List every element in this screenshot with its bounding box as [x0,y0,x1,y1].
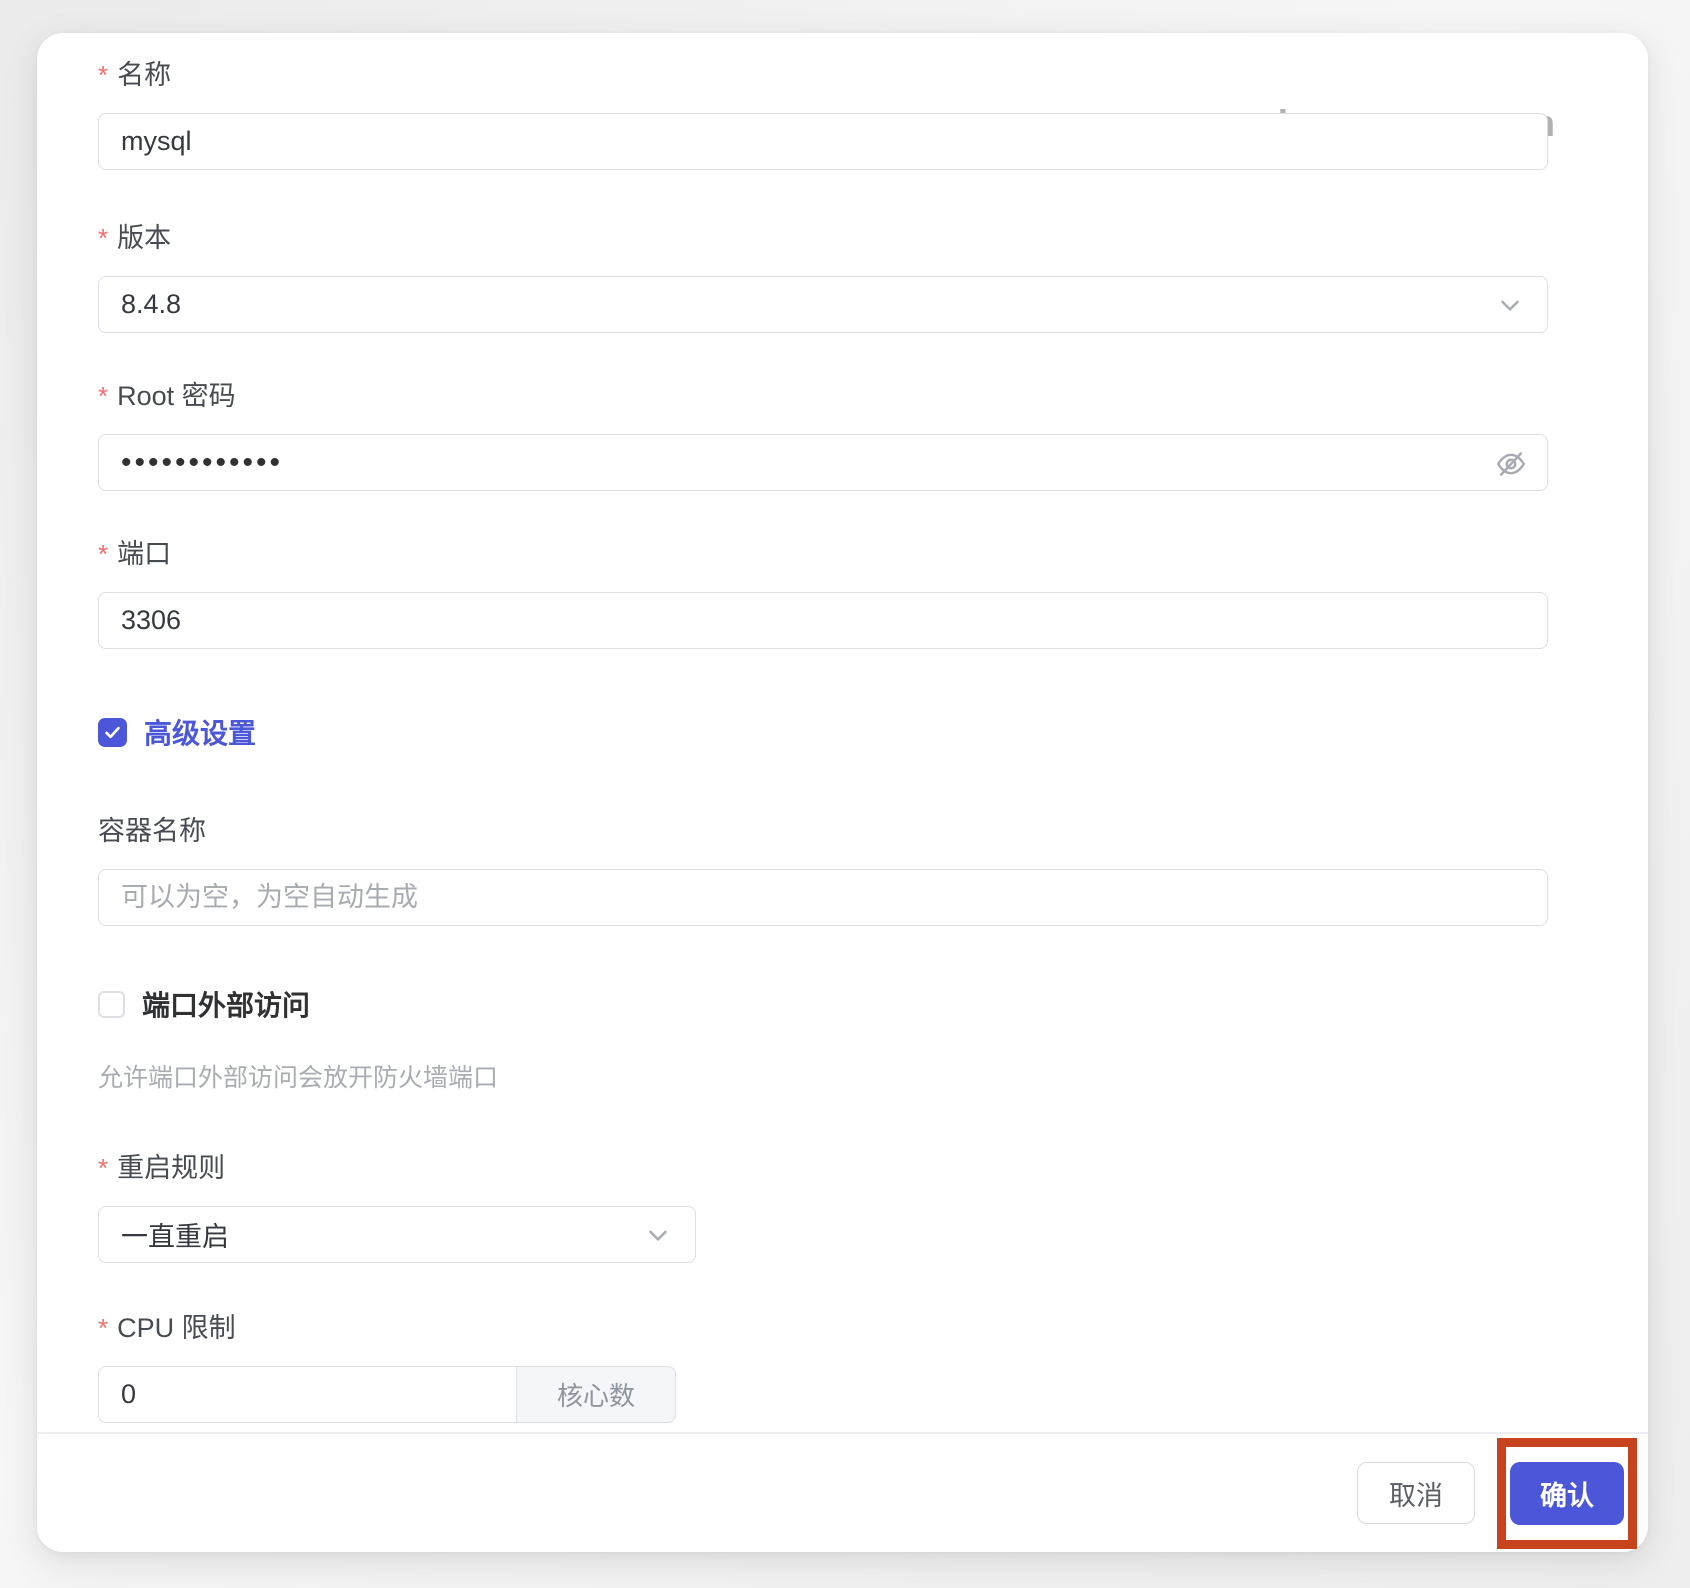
external-access-checkbox[interactable] [98,991,125,1018]
cpu-limit-label-text: CPU 限制 [117,1310,236,1346]
confirm-button[interactable]: 确认 [1510,1462,1624,1525]
external-access-label: 端口外部访问 [142,984,310,1024]
required-asterisk: * [98,57,108,93]
chevron-down-icon [1495,290,1525,320]
restart-rule-label-text: 重启规则 [117,1150,225,1186]
check-icon [103,723,122,742]
container-name-label: 容器名称 [98,813,1548,849]
container-name-input[interactable] [98,869,1548,926]
version-label: * 版本 [98,220,1548,256]
database-form: * 名称 * 版本 8.4.8 * Root 密码 [37,33,1648,1432]
port-input[interactable] [98,592,1548,649]
version-select[interactable]: 8.4.8 [98,276,1548,333]
root-password-field [98,434,1548,491]
external-access-helper-text: 允许端口外部访问会放开防火墙端口 [98,1062,1548,1094]
create-database-dialog: legacyvps.com * 名称 * 版本 8.4.8 * Root 密码 [37,33,1648,1552]
restart-rule-select-value: 一直重启 [121,1215,229,1254]
confirm-annotation-highlight: 确认 [1497,1438,1637,1549]
required-asterisk: * [98,536,108,572]
restart-rule-label: * 重启规则 [98,1150,1548,1186]
required-asterisk: * [98,378,108,414]
name-input[interactable] [98,113,1548,170]
port-label: * 端口 [98,536,1548,572]
advanced-settings-checkbox-row[interactable]: 高级设置 [98,717,1548,747]
chevron-down-icon [643,1220,673,1250]
name-label: * 名称 [98,57,1548,93]
external-access-checkbox-row[interactable]: 端口外部访问 [98,989,1548,1019]
container-name-label-text: 容器名称 [98,813,206,849]
cpu-limit-suffix: 核心数 [516,1366,676,1423]
required-asterisk: * [98,220,108,256]
root-password-input[interactable] [98,434,1548,491]
root-password-label: * Root 密码 [98,378,1548,414]
version-label-text: 版本 [117,220,171,256]
cpu-limit-field: 核心数 [98,1366,676,1423]
dialog-footer: 取消 确认 [37,1432,1648,1552]
cpu-limit-input[interactable] [98,1366,516,1423]
cpu-limit-label: * CPU 限制 [98,1310,1548,1346]
advanced-settings-label: 高级设置 [144,712,256,752]
version-select-value: 8.4.8 [121,289,181,320]
root-password-label-text: Root 密码 [117,378,236,414]
eye-off-icon[interactable] [1494,447,1528,481]
advanced-settings-checkbox[interactable] [98,718,127,747]
cancel-button[interactable]: 取消 [1357,1462,1475,1524]
name-label-text: 名称 [117,57,171,93]
required-asterisk: * [98,1310,108,1346]
port-label-text: 端口 [117,536,171,572]
required-asterisk: * [98,1150,108,1186]
restart-rule-select[interactable]: 一直重启 [98,1206,696,1263]
